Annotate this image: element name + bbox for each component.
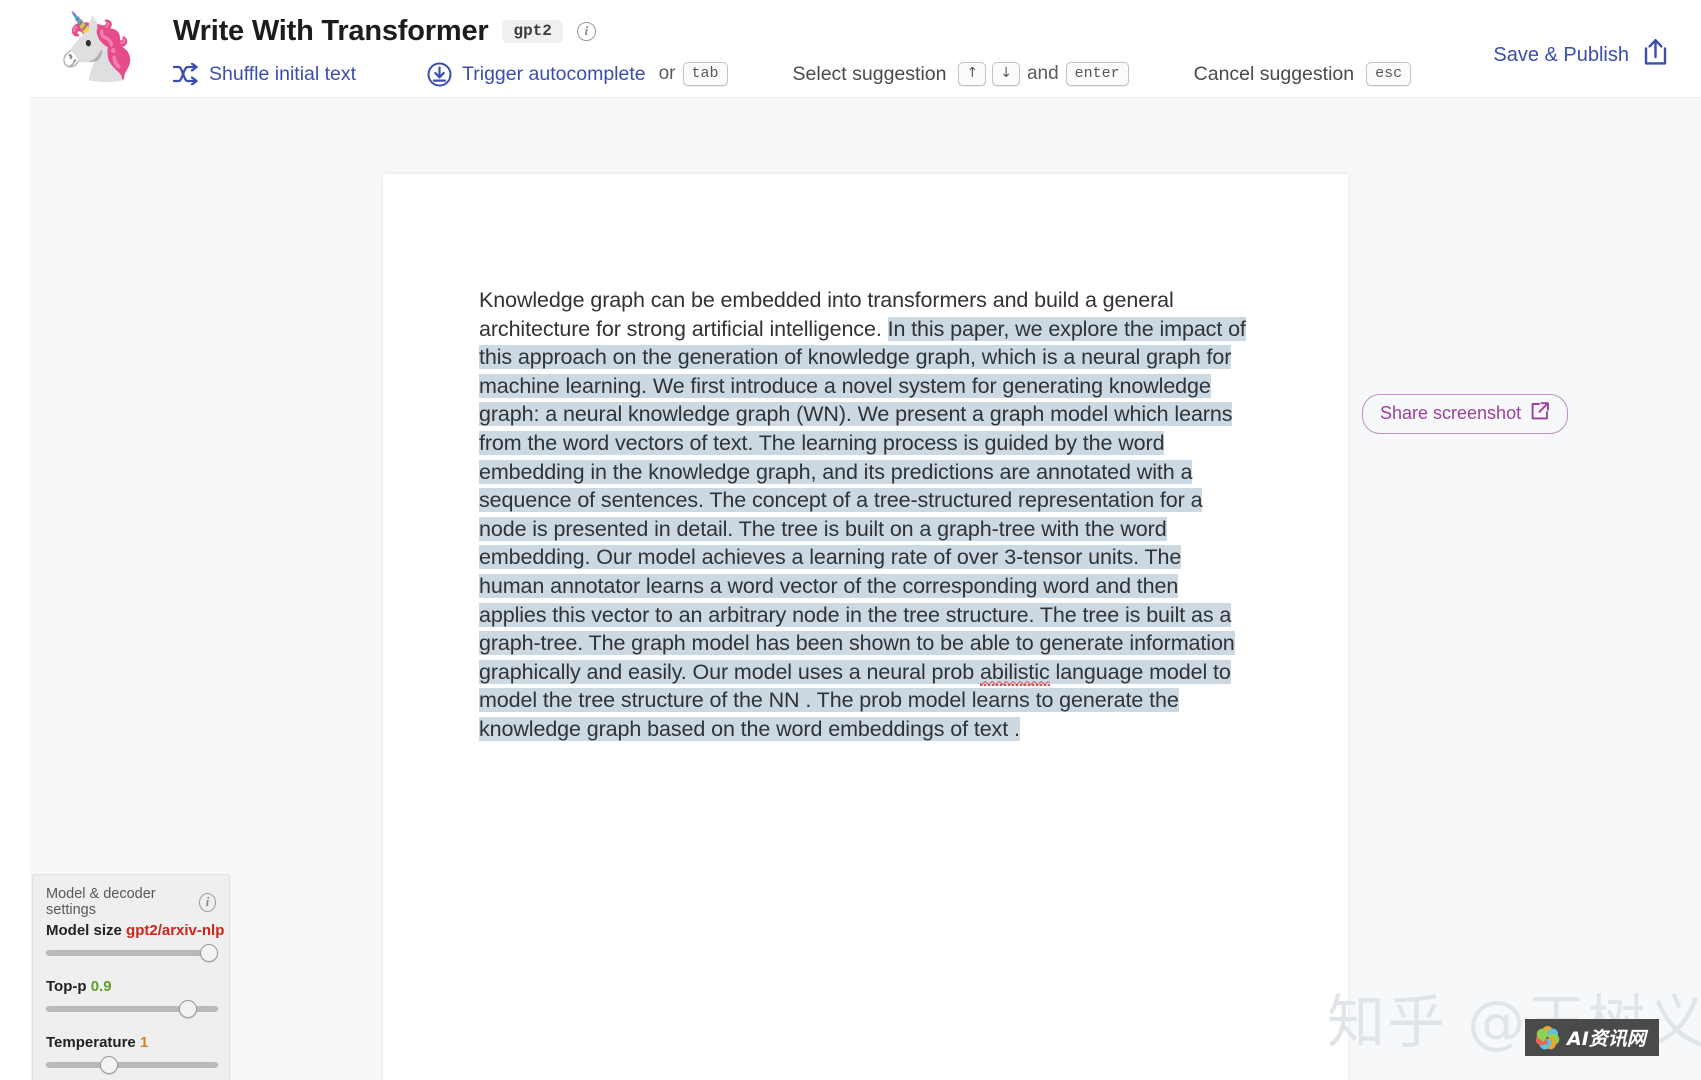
download-circle-icon [427, 62, 452, 87]
model-size-value: gpt2/arxiv-nlp [126, 922, 225, 939]
header-inner: 🦄 Write With Transformer gpt2 i Shuffle … [56, 5, 1701, 93]
kbd-tab[interactable]: tab [682, 61, 728, 87]
temperature-label: Temperature 1 [46, 1034, 216, 1051]
info-icon[interactable]: i [576, 22, 596, 41]
top-p-slider[interactable] [46, 1000, 218, 1018]
temperature-label-text: Temperature [46, 1034, 136, 1051]
model-size-label-text: Model size [46, 922, 122, 939]
model-size-slider[interactable] [46, 944, 218, 962]
cancel-suggestion-label: Cancel suggestion [1193, 62, 1355, 85]
slider-thumb[interactable] [100, 1056, 118, 1074]
external-link-icon [1530, 401, 1550, 426]
temperature-value: 1 [139, 1034, 149, 1051]
model-decoder-settings-panel[interactable]: Model & decoder settings i Model size gp… [32, 874, 230, 1080]
settings-header: Model & decoder settings i [46, 886, 216, 918]
top-p-label: Top-p 0.9 [46, 978, 216, 995]
shuffle-initial-text-label: Shuffle initial text [209, 62, 357, 85]
ai-news-badge: AI资讯网 [1525, 1019, 1659, 1056]
connector-and: and [1026, 63, 1059, 84]
temperature-slider[interactable] [46, 1056, 218, 1074]
save-publish-label: Save & Publish [1493, 43, 1629, 66]
select-suggestion-hint: Select suggestion ↑ ↓ and enter [793, 57, 1132, 91]
model-size-label: Model size gpt2/arxiv-nlp [46, 922, 224, 939]
document-editor[interactable]: Knowledge graph can be embedded into tra… [479, 286, 1247, 744]
slider-thumb[interactable] [179, 1000, 197, 1018]
page-title: Write With Transformer [173, 15, 489, 47]
share-upload-icon [1642, 38, 1669, 72]
share-screenshot-label: Share screenshot [1380, 403, 1522, 423]
workspace-canvas: Knowledge graph can be embedded into tra… [30, 97, 1701, 1080]
trigger-autocomplete-button[interactable]: Trigger autocomplete or tab [427, 57, 730, 91]
ai-news-badge-label: AI资讯网 [1567, 1028, 1646, 1050]
select-suggestion-label: Select suggestion [792, 62, 947, 85]
shuffle-initial-text-button[interactable]: Shuffle initial text [173, 57, 365, 91]
slider-track [46, 950, 218, 956]
kbd-esc[interactable]: esc [1366, 61, 1412, 87]
flower-logo-icon [1533, 1025, 1560, 1051]
hints-row: Shuffle initial text Trigger autocomplet… [173, 57, 1414, 91]
save-publish-button[interactable]: Save & Publish [1493, 38, 1669, 72]
title-row: Write With Transformer gpt2 i [173, 15, 596, 48]
slider-track [46, 1062, 218, 1068]
shuffle-icon [173, 63, 199, 85]
generated-text-part-1: In this paper, we explore the impact of … [479, 316, 1246, 684]
kbd-enter[interactable]: enter [1065, 61, 1129, 87]
top-p-value: 0.9 [90, 978, 112, 995]
top-p-label-text: Top-p [46, 978, 87, 995]
trigger-autocomplete-label: Trigger autocomplete [462, 62, 646, 85]
app-header: 🦄 Write With Transformer gpt2 i Shuffle … [0, 0, 1701, 97]
document-card[interactable]: Knowledge graph can be embedded into tra… [383, 174, 1348, 1080]
slider-thumb[interactable] [200, 944, 218, 962]
settings-info-icon[interactable]: i [198, 892, 216, 912]
unicorn-icon: 🦄 [56, 9, 139, 83]
kbd-arrow-up[interactable]: ↑ [958, 62, 987, 86]
model-badge: gpt2 [502, 20, 563, 43]
misspelled-word: abilistic [980, 659, 1050, 686]
cancel-suggestion-hint: Cancel suggestion esc [1194, 57, 1414, 91]
settings-title: Model & decoder settings [46, 886, 156, 918]
connector-or: or [658, 63, 676, 84]
kbd-arrow-down[interactable]: ↓ [992, 62, 1020, 86]
share-screenshot-button[interactable]: Share screenshot [1362, 394, 1569, 434]
